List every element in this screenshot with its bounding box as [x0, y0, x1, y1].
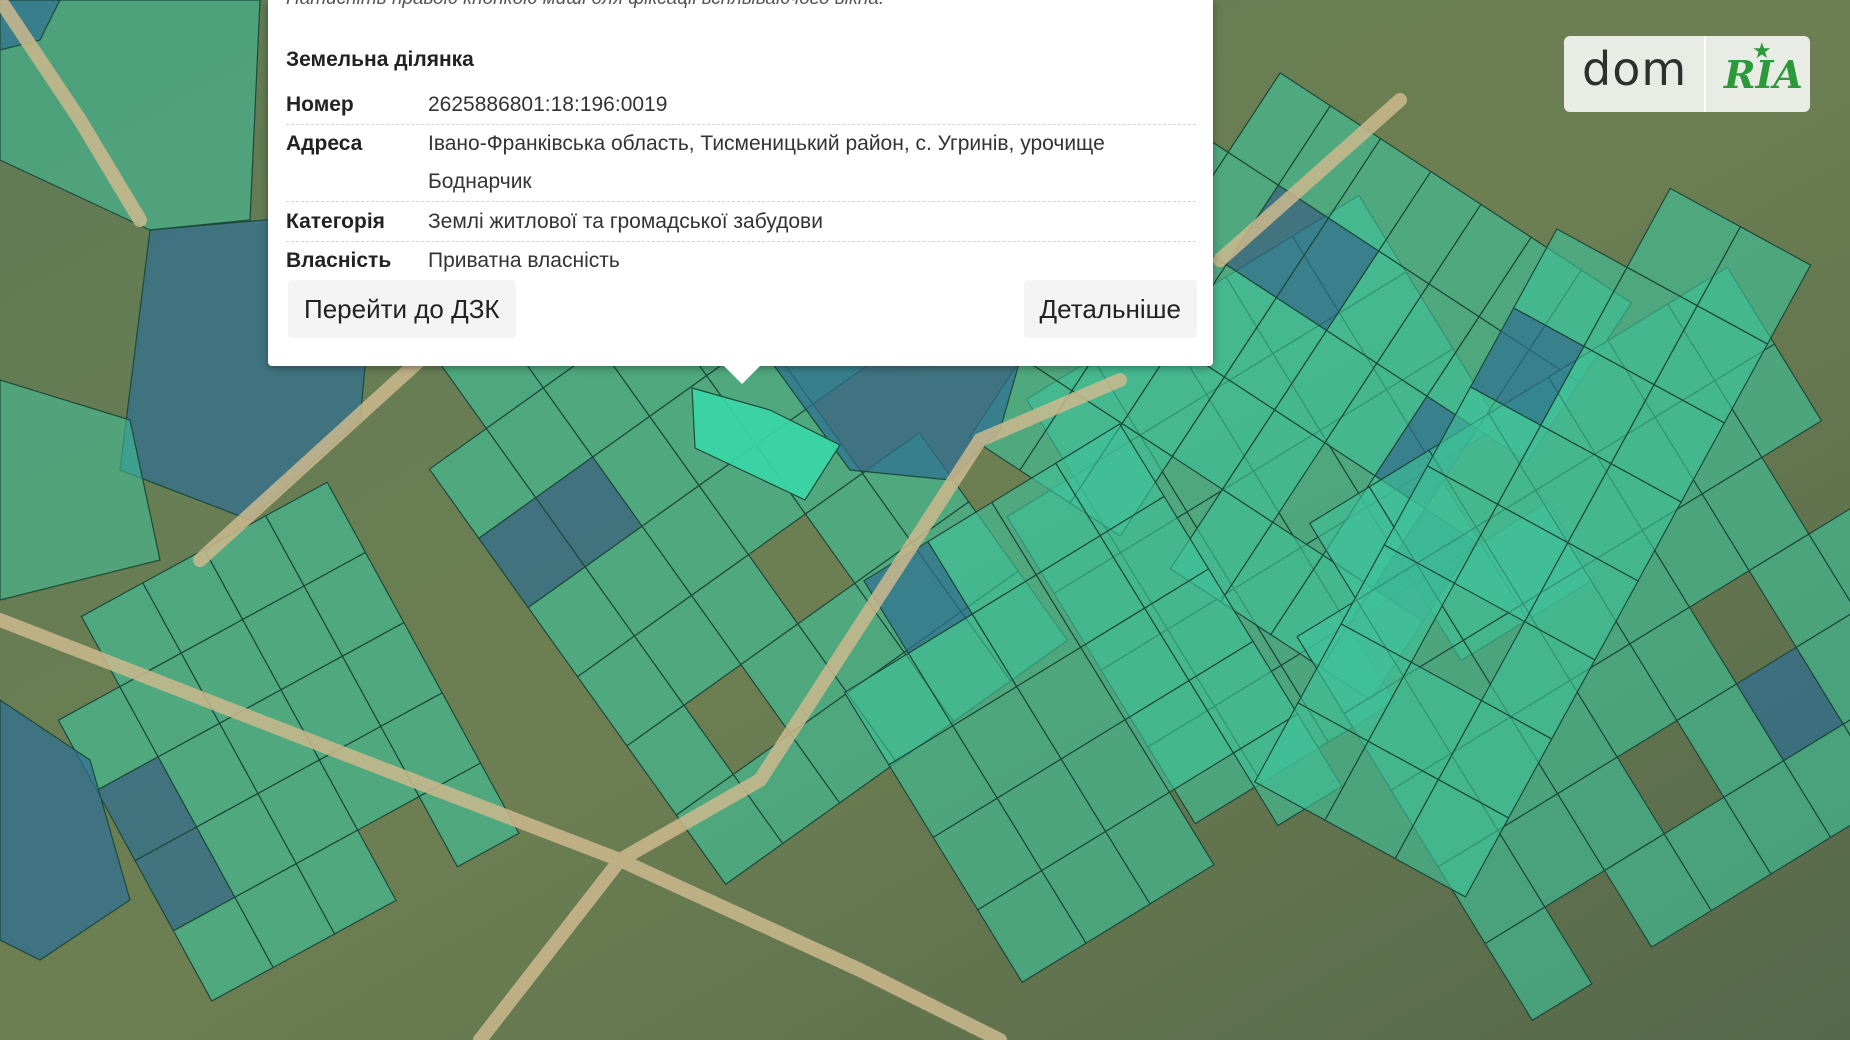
field-ownership-label: Власність [286, 249, 392, 272]
popup-hint: Натисніть правою кнопкою миші для фіксац… [286, 0, 884, 10]
dom-ria-logo: dom ★ RIA [1564, 36, 1810, 112]
field-ownership: Власність Приватна власність [286, 242, 1196, 280]
field-category: Категорія Землі житлової та громадської … [286, 203, 1196, 242]
details-button[interactable]: Детальніше [1023, 280, 1197, 338]
parcel-info-popup[interactable]: Натисніть правою кнопкою миші для фіксац… [268, 0, 1213, 366]
field-address: Адреса Івано-Франківська область, Тисмен… [286, 125, 1196, 202]
field-address-label: Адреса [286, 132, 363, 155]
logo-ria-text: RIA [1724, 52, 1803, 97]
field-number-label: Номер [286, 93, 354, 116]
field-number: Номер 2625886801:18:196:0019 [286, 86, 1196, 125]
field-address-value: Івано-Франківська область, Тисменицький … [428, 132, 1105, 193]
field-category-label: Категорія [286, 210, 385, 233]
popup-pointer [724, 366, 760, 384]
go-to-dzk-button[interactable]: Перейти до ДЗК [288, 280, 516, 338]
field-category-value: Землі житлової та громадської забудови [428, 210, 823, 233]
popup-title: Земельна ділянка [286, 48, 474, 71]
logo-divider [1704, 36, 1706, 112]
field-number-value[interactable]: 2625886801:18:196:0019 [428, 86, 1188, 124]
field-ownership-value: Приватна власність [428, 249, 620, 272]
logo-dom-text: dom [1582, 42, 1688, 96]
